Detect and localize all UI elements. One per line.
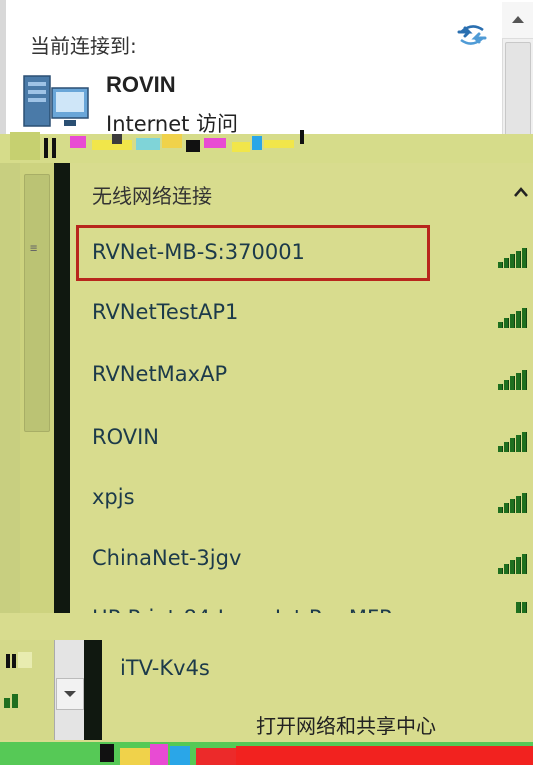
wireless-section-header[interactable]: 无线网络连接: [92, 180, 212, 209]
open-network-sharing-center-link[interactable]: 打开网络和共享中心: [256, 710, 436, 739]
wifi-signal-icon: [498, 432, 528, 452]
chevron-up-icon[interactable]: [514, 187, 528, 197]
wifi-network-item[interactable]: RVNetMaxAP: [92, 362, 227, 386]
refresh-icon[interactable]: [455, 20, 489, 50]
list-scrollbar-thumb[interactable]: [24, 174, 50, 432]
scroll-grip-icon: ≡: [30, 241, 38, 255]
scroll-up-button[interactable]: [502, 2, 533, 39]
current-network-name: ROVIN: [106, 72, 176, 97]
wifi-signal-icon: [498, 308, 528, 328]
wifi-signal-icon: [498, 493, 528, 513]
render-glitch-strip: [0, 742, 533, 765]
wifi-network-item[interactable]: RVNetTestAP1: [92, 300, 238, 324]
panel-border: [0, 0, 6, 148]
panel-divider: [54, 163, 70, 623]
wifi-network-item[interactable]: xpjs: [92, 485, 135, 509]
wifi-network-item[interactable]: iTV-Kv4s: [120, 656, 210, 680]
scroll-down-button[interactable]: [56, 678, 84, 710]
panel-left-rail: [0, 163, 20, 623]
network-flyout: 当前连接到: ROVIN Internet 访问 ≡ 无线网络连接 RVNet-…: [0, 0, 533, 765]
wifi-network-item[interactable]: ROVIN: [92, 425, 159, 449]
current-connection-label: 当前连接到:: [30, 34, 137, 58]
footer-left-rail: [0, 640, 54, 740]
footer-divider: [84, 640, 102, 740]
wifi-signal-icon: [498, 248, 528, 268]
wifi-signal-icon: [498, 554, 528, 574]
wifi-network-item[interactable]: ChinaNet-3jgv: [92, 546, 241, 570]
network-computer-icon: [23, 75, 89, 127]
wifi-signal-icon: [498, 370, 528, 390]
wifi-network-item[interactable]: RVNet-MB-S:370001: [92, 240, 305, 264]
